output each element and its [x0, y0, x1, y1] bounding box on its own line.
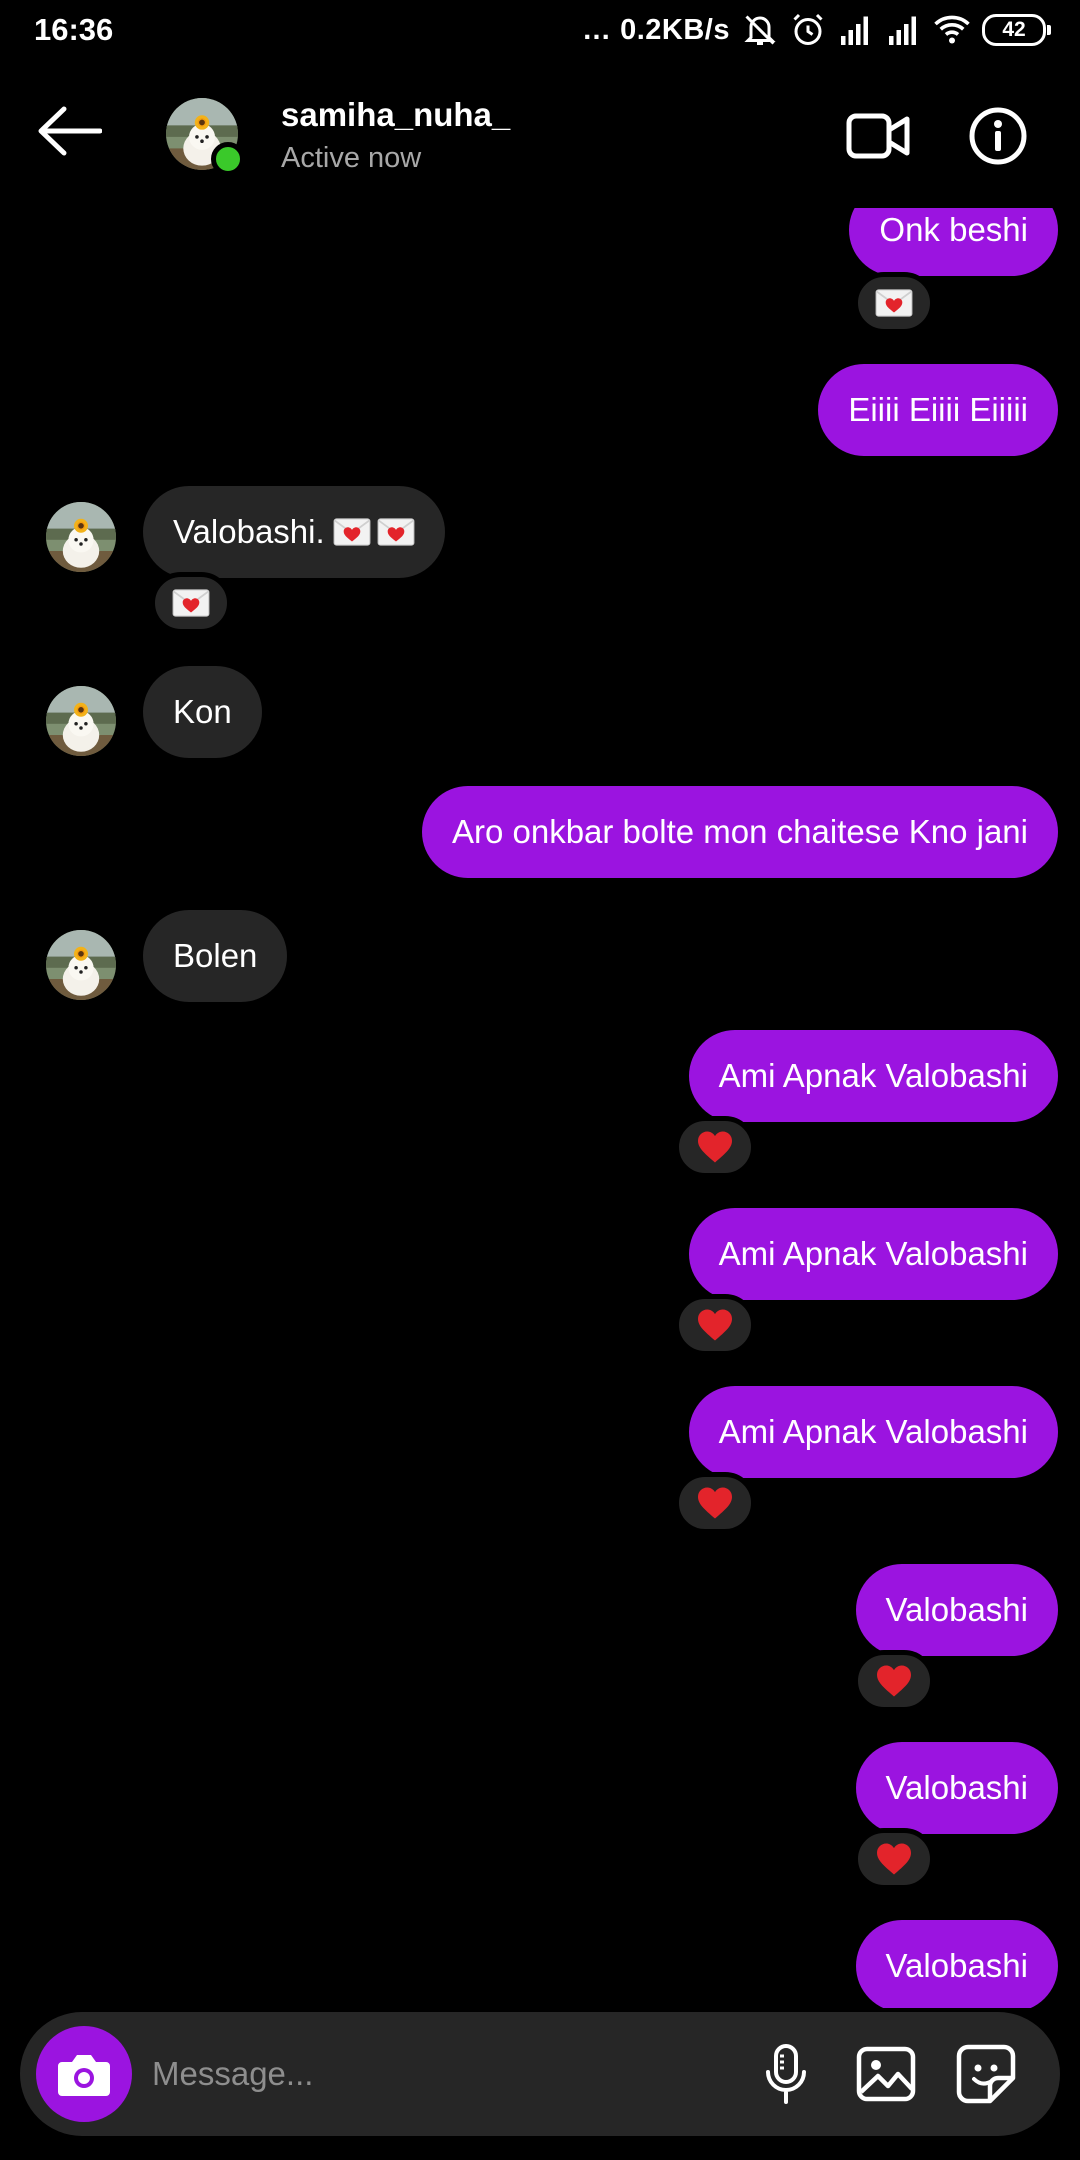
online-indicator: [211, 142, 245, 176]
envelope-heart-icon: [333, 517, 371, 547]
mute-icon: [744, 15, 776, 45]
message-outgoing[interactable]: Onk beshi: [849, 208, 1058, 276]
message-text: Bolen: [173, 937, 258, 974]
red-heart-icon: [875, 1664, 913, 1698]
signal-icon: [889, 16, 916, 45]
sender-avatar[interactable]: [46, 930, 116, 1000]
signal-icon: [841, 16, 868, 45]
network-speed: … 0.2KB/s: [582, 13, 730, 46]
message-outgoing[interactable]: Ami Apnak Valobashi: [688, 1208, 1058, 1300]
reaction-badge[interactable]: [674, 1294, 756, 1356]
message-text: Valobashi: [885, 1591, 1029, 1628]
info-icon[interactable]: [968, 106, 1028, 166]
status-time: 16:36: [34, 12, 114, 47]
message-text: Ami Apnak Valobashi: [718, 1413, 1028, 1450]
message-text: Valobashi: [885, 1947, 1029, 1984]
message-composer: [20, 2012, 1060, 2136]
message-text: Ami Apnak Valobashi: [718, 1057, 1028, 1094]
sender-avatar[interactable]: [46, 686, 116, 756]
red-heart-icon: [696, 1486, 734, 1520]
reaction-badge[interactable]: [150, 572, 232, 634]
message-text: Onk beshi: [879, 211, 1028, 248]
message-outgoing[interactable]: Aro onkbar bolte mon chaitese Kno jani: [421, 786, 1058, 878]
active-status: Active now: [281, 142, 422, 174]
video-call-icon[interactable]: [846, 110, 910, 162]
message-outgoing[interactable]: Valobashi: [855, 1920, 1058, 2008]
sender-avatar[interactable]: [46, 502, 116, 572]
message-incoming[interactable]: Kon: [143, 666, 262, 758]
camera-icon: [58, 2055, 110, 2096]
username[interactable]: samiha_nuha_: [281, 96, 510, 134]
message-text: Eiiii Eiiii Eiiiii: [848, 391, 1028, 428]
red-heart-icon: [696, 1308, 734, 1342]
envelope-heart-icon: [172, 588, 210, 618]
avatar-image: [46, 686, 116, 756]
gallery-icon[interactable]: [854, 2042, 918, 2106]
battery-level: 42: [1002, 18, 1026, 41]
battery-icon: 42: [982, 14, 1051, 46]
envelope-heart-icon: [875, 288, 913, 318]
chat-header: samiha_nuha_ Active now: [0, 62, 1080, 212]
message-text: Valobashi.: [173, 513, 325, 550]
message-text: Kon: [173, 693, 232, 730]
sticker-icon[interactable]: [954, 2042, 1018, 2106]
message-outgoing[interactable]: Valobashi: [855, 1564, 1058, 1656]
alarm-icon: [793, 13, 823, 45]
message-outgoing[interactable]: Eiiii Eiiii Eiiiii: [818, 364, 1058, 456]
avatar-image: [46, 930, 116, 1000]
message-text: Ami Apnak Valobashi: [718, 1235, 1028, 1272]
reaction-badge[interactable]: [853, 1650, 935, 1712]
reaction-badge[interactable]: [853, 1828, 935, 1890]
message-input[interactable]: [152, 2042, 712, 2106]
reaction-badge[interactable]: [853, 272, 935, 334]
message-list[interactable]: Onk beshi Eiiii Eiiii Eiiiii Valobashi. …: [0, 208, 1080, 2008]
message-outgoing[interactable]: Valobashi: [855, 1742, 1058, 1834]
message-incoming[interactable]: Bolen: [143, 910, 288, 1002]
reaction-badge[interactable]: [674, 1472, 756, 1534]
chat-screen: 16:36 … 0.2KB/s 42 samiha_nuha_ Active n…: [0, 0, 1080, 2160]
red-heart-icon: [696, 1130, 734, 1164]
back-arrow-icon[interactable]: [36, 106, 102, 156]
envelope-heart-icon: [377, 517, 415, 547]
message-text: Valobashi: [885, 1769, 1029, 1806]
reaction-badge[interactable]: [674, 1116, 756, 1178]
avatar-image: [46, 502, 116, 572]
status-bar: 16:36 … 0.2KB/s 42: [0, 0, 1080, 62]
message-incoming[interactable]: Valobashi.: [143, 486, 445, 578]
wifi-icon: [934, 15, 970, 44]
red-heart-icon: [875, 1842, 913, 1876]
message-outgoing[interactable]: Ami Apnak Valobashi: [688, 1386, 1058, 1478]
microphone-icon[interactable]: [754, 2042, 818, 2106]
message-text: Aro onkbar bolte mon chaitese Kno jani: [451, 813, 1028, 850]
status-icons: … 0.2KB/s 42: [582, 10, 1051, 50]
camera-button[interactable]: [36, 2026, 132, 2122]
message-outgoing[interactable]: Ami Apnak Valobashi: [688, 1030, 1058, 1122]
